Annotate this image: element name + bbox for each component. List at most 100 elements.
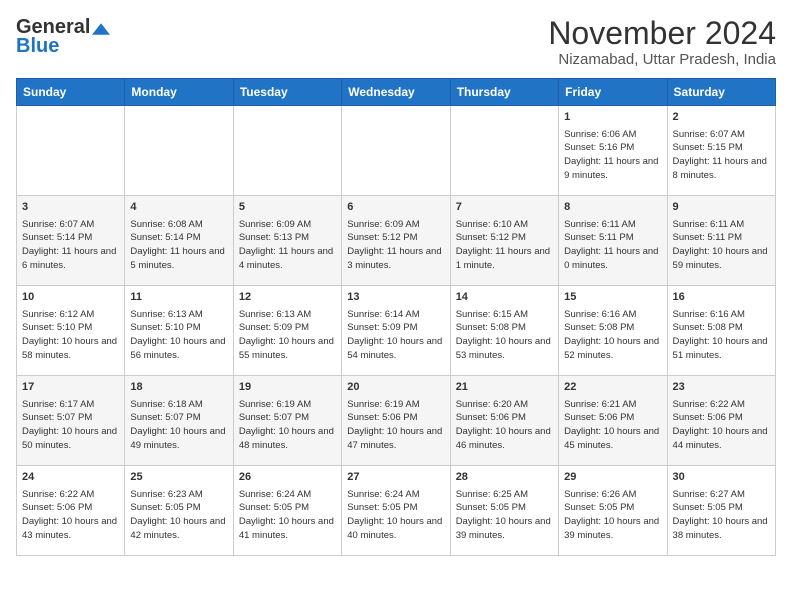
day-number: 15	[564, 290, 661, 305]
logo-blue: Blue	[16, 35, 59, 58]
calendar-cell: 5 Sunrise: 6:09 AMSunset: 5:13 PMDaylight…	[233, 196, 341, 286]
calendar-week-row: 1Sunrise: 6:06 AMSunset: 5:16 PMDaylight…	[17, 106, 776, 196]
day-number: 17	[22, 380, 119, 395]
calendar-cell: 17 Sunrise: 6:17 AMSunset: 5:07 PMDayligh…	[17, 376, 125, 466]
day-info: Sunrise: 6:25 AMSunset: 5:05 PMDaylight:…	[456, 488, 553, 543]
calendar-cell: 20 Sunrise: 6:19 AMSunset: 5:06 PMDayligh…	[342, 376, 450, 466]
day-info: Sunrise: 6:24 AMSunset: 5:05 PMDaylight:…	[347, 488, 444, 543]
logo-icon	[92, 23, 110, 35]
weekday-header: Tuesday	[233, 79, 341, 106]
calendar-cell: 8 Sunrise: 6:11 AMSunset: 5:11 PMDaylight…	[559, 196, 667, 286]
calendar-cell	[450, 106, 558, 196]
calendar-cell: 1Sunrise: 6:06 AMSunset: 5:16 PMDaylight…	[559, 106, 667, 196]
day-info: Sunrise: 6:18 AMSunset: 5:07 PMDaylight:…	[130, 398, 227, 453]
day-info: Sunrise: 6:17 AMSunset: 5:07 PMDaylight:…	[22, 398, 119, 453]
day-number: 8	[564, 200, 661, 215]
title-block: November 2024 Nizamabad, Uttar Pradesh, …	[548, 16, 776, 68]
day-number: 13	[347, 290, 444, 305]
weekday-header: Thursday	[450, 79, 558, 106]
day-info: Sunrise: 6:23 AMSunset: 5:05 PMDaylight:…	[130, 488, 227, 543]
day-info: Sunrise: 6:07 AMSunset: 5:15 PMDaylight:…	[673, 128, 770, 183]
day-info: Sunrise: 6:16 AMSunset: 5:08 PMDaylight:…	[564, 308, 661, 363]
day-info: Sunrise: 6:09 AMSunset: 5:13 PMDaylight:…	[239, 218, 336, 273]
day-number: 1	[564, 110, 661, 125]
day-info: Sunrise: 6:21 AMSunset: 5:06 PMDaylight:…	[564, 398, 661, 453]
day-number: 7	[456, 200, 553, 215]
calendar-cell: 13 Sunrise: 6:14 AMSunset: 5:09 PMDayligh…	[342, 286, 450, 376]
calendar-cell: 11 Sunrise: 6:13 AMSunset: 5:10 PMDayligh…	[125, 286, 233, 376]
calendar-cell: 19Sunrise: 6:19 AMSunset: 5:07 PMDayligh…	[233, 376, 341, 466]
day-number: 18	[130, 380, 227, 395]
calendar-cell	[342, 106, 450, 196]
calendar-cell: 3Sunrise: 6:07 AMSunset: 5:14 PMDaylight…	[17, 196, 125, 286]
day-info: Sunrise: 6:10 AMSunset: 5:12 PMDaylight:…	[456, 218, 553, 273]
calendar-week-row: 17 Sunrise: 6:17 AMSunset: 5:07 PMDayligh…	[17, 376, 776, 466]
calendar-cell: 2 Sunrise: 6:07 AMSunset: 5:15 PMDaylight…	[667, 106, 775, 196]
calendar-cell: 22 Sunrise: 6:21 AMSunset: 5:06 PMDayligh…	[559, 376, 667, 466]
calendar-cell: 9Sunrise: 6:11 AMSunset: 5:11 PMDaylight…	[667, 196, 775, 286]
day-info: Sunrise: 6:16 AMSunset: 5:08 PMDaylight:…	[673, 308, 770, 363]
day-number: 28	[456, 470, 553, 485]
page-title: November 2024	[548, 16, 776, 51]
day-info: Sunrise: 6:11 AMSunset: 5:11 PMDaylight:…	[564, 218, 661, 273]
calendar-cell	[17, 106, 125, 196]
day-number: 5	[239, 200, 336, 215]
calendar-cell	[233, 106, 341, 196]
calendar-cell: 4 Sunrise: 6:08 AMSunset: 5:14 PMDaylight…	[125, 196, 233, 286]
day-info: Sunrise: 6:13 AMSunset: 5:09 PMDaylight:…	[239, 308, 336, 363]
calendar-cell: 26 Sunrise: 6:24 AMSunset: 5:05 PMDayligh…	[233, 466, 341, 556]
calendar-week-row: 10Sunrise: 6:12 AMSunset: 5:10 PMDayligh…	[17, 286, 776, 376]
calendar-week-row: 24Sunrise: 6:22 AMSunset: 5:06 PMDayligh…	[17, 466, 776, 556]
day-number: 21	[456, 380, 553, 395]
day-number: 30	[673, 470, 770, 485]
weekday-header: Sunday	[17, 79, 125, 106]
day-number: 19	[239, 380, 336, 395]
day-number: 9	[673, 200, 770, 215]
day-number: 24	[22, 470, 119, 485]
day-info: Sunrise: 6:13 AMSunset: 5:10 PMDaylight:…	[130, 308, 227, 363]
calendar-cell: 6 Sunrise: 6:09 AMSunset: 5:12 PMDaylight…	[342, 196, 450, 286]
calendar-week-row: 3Sunrise: 6:07 AMSunset: 5:14 PMDaylight…	[17, 196, 776, 286]
calendar-table: SundayMondayTuesdayWednesdayThursdayFrid…	[16, 78, 776, 556]
calendar-cell: 12 Sunrise: 6:13 AMSunset: 5:09 PMDayligh…	[233, 286, 341, 376]
calendar-cell: 27 Sunrise: 6:24 AMSunset: 5:05 PMDayligh…	[342, 466, 450, 556]
day-number: 4	[130, 200, 227, 215]
calendar-cell: 28 Sunrise: 6:25 AMSunset: 5:05 PMDayligh…	[450, 466, 558, 556]
calendar-cell: 24Sunrise: 6:22 AMSunset: 5:06 PMDayligh…	[17, 466, 125, 556]
day-number: 2	[673, 110, 770, 125]
day-info: Sunrise: 6:24 AMSunset: 5:05 PMDaylight:…	[239, 488, 336, 543]
calendar-cell: 23 Sunrise: 6:22 AMSunset: 5:06 PMDayligh…	[667, 376, 775, 466]
day-number: 11	[130, 290, 227, 305]
day-info: Sunrise: 6:19 AMSunset: 5:06 PMDaylight:…	[347, 398, 444, 453]
weekday-header: Friday	[559, 79, 667, 106]
day-number: 12	[239, 290, 336, 305]
day-info: Sunrise: 6:08 AMSunset: 5:14 PMDaylight:…	[130, 218, 227, 273]
day-info: Sunrise: 6:14 AMSunset: 5:09 PMDaylight:…	[347, 308, 444, 363]
day-number: 23	[673, 380, 770, 395]
day-number: 27	[347, 470, 444, 485]
day-number: 20	[347, 380, 444, 395]
day-number: 22	[564, 380, 661, 395]
page-header: General Blue November 2024 Nizamabad, Ut…	[16, 16, 776, 68]
day-number: 14	[456, 290, 553, 305]
calendar-cell: 15 Sunrise: 6:16 AMSunset: 5:08 PMDayligh…	[559, 286, 667, 376]
day-number: 26	[239, 470, 336, 485]
day-number: 25	[130, 470, 227, 485]
day-info: Sunrise: 6:07 AMSunset: 5:14 PMDaylight:…	[22, 218, 119, 273]
calendar-cell: 14Sunrise: 6:15 AMSunset: 5:08 PMDayligh…	[450, 286, 558, 376]
logo: General Blue	[16, 16, 110, 58]
day-info: Sunrise: 6:26 AMSunset: 5:05 PMDaylight:…	[564, 488, 661, 543]
day-number: 10	[22, 290, 119, 305]
day-info: Sunrise: 6:27 AMSunset: 5:05 PMDaylight:…	[673, 488, 770, 543]
calendar-cell	[125, 106, 233, 196]
calendar-cell: 10Sunrise: 6:12 AMSunset: 5:10 PMDayligh…	[17, 286, 125, 376]
weekday-header: Saturday	[667, 79, 775, 106]
day-number: 6	[347, 200, 444, 215]
calendar-cell: 18 Sunrise: 6:18 AMSunset: 5:07 PMDayligh…	[125, 376, 233, 466]
weekday-header: Wednesday	[342, 79, 450, 106]
calendar-cell: 16Sunrise: 6:16 AMSunset: 5:08 PMDayligh…	[667, 286, 775, 376]
page-subtitle: Nizamabad, Uttar Pradesh, India	[548, 51, 776, 68]
day-info: Sunrise: 6:09 AMSunset: 5:12 PMDaylight:…	[347, 218, 444, 273]
header-row: SundayMondayTuesdayWednesdayThursdayFrid…	[17, 79, 776, 106]
day-info: Sunrise: 6:22 AMSunset: 5:06 PMDaylight:…	[673, 398, 770, 453]
